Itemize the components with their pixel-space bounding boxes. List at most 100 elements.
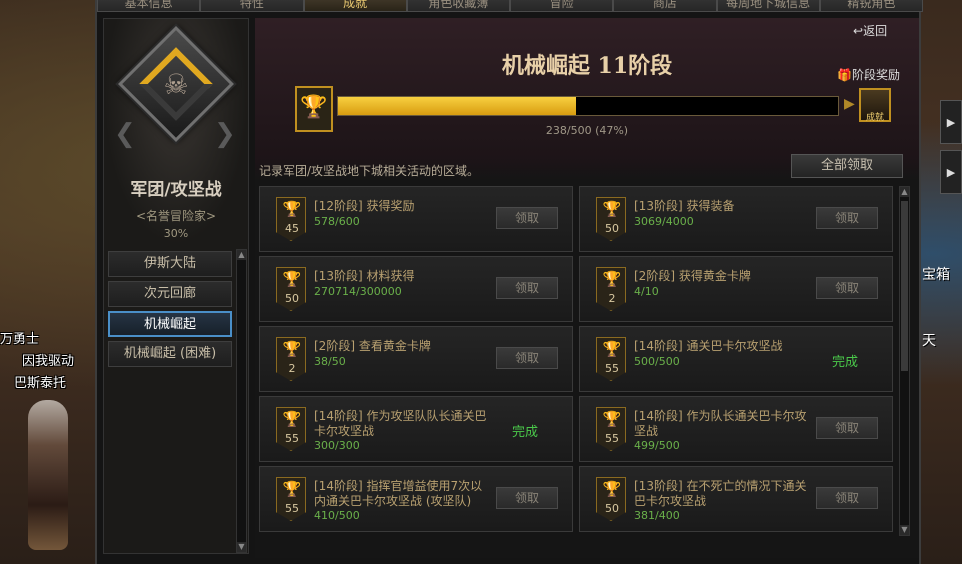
wing-right-icon: ❯ — [214, 119, 236, 149]
achievement-progress: 3069/4000 — [634, 215, 694, 228]
achievement-progress: 381/400 — [634, 509, 680, 522]
category-item[interactable]: 机械崛起 (困难) — [108, 341, 232, 367]
stage-progress-fill — [338, 97, 576, 115]
tab-2[interactable]: 成就 — [303, 0, 407, 12]
scroll-thumb[interactable] — [901, 201, 908, 371]
achievement-card: 🏆 2 [2阶段] 获得黄金卡牌 4/10 领取 — [579, 256, 893, 322]
trophy-icon: 🏆 — [282, 200, 302, 218]
wing-left-icon: ❮ — [114, 119, 136, 149]
achievement-title: [14阶段] 指挥官增益使用7次以内通关巴卡尔攻坚战 (攻坚队) — [314, 479, 483, 508]
scroll-up-icon[interactable]: ▲ — [237, 250, 246, 260]
achievement-level: 55 — [605, 432, 619, 445]
achievement-scrollbar[interactable]: ▲ ▼ — [899, 186, 910, 536]
achievement-progress: 500/500 — [634, 355, 680, 368]
achievement-card: 🏆 55 [14阶段] 作为攻坚队队长通关巴卡尔攻坚战 300/300 完成 — [259, 396, 573, 462]
trophy-icon: 🏆 — [282, 410, 302, 428]
trophy-icon: 🏆 — [602, 480, 622, 498]
achievement-card: 🏆 50 [13阶段] 获得装备 3069/4000 领取 — [579, 186, 893, 252]
category-item[interactable]: 机械崛起 — [108, 311, 232, 337]
achievement-badge: 🏆 55 — [596, 407, 626, 451]
achievement-card: 🏆 50 [13阶段] 材料获得 270714/300000 领取 — [259, 256, 573, 322]
achievement-title: [14阶段] 作为攻坚队队长通关巴卡尔攻坚战 — [314, 409, 487, 438]
tab-6[interactable]: 每周地下城信息 — [716, 0, 820, 12]
achievement-window: 基本信息 特性 成就 角色收藏簿 冒险 商店 每周地下城信息 精锐角色 ❮ ❯ ☠ 军团/攻坚… — [95, 0, 923, 564]
stage-reward-link[interactable]: 🎁阶段奖励 — [837, 66, 900, 83]
back-button[interactable]: ↩返回 — [853, 22, 887, 39]
achievement-level: 55 — [285, 432, 299, 445]
tab-7[interactable]: 精锐角色 — [819, 0, 923, 12]
tab-0[interactable]: 基本信息 — [97, 0, 201, 12]
reward-chest-icon[interactable]: 成就 — [859, 88, 891, 123]
completed-label: 完成 — [512, 425, 539, 440]
category-rank: <名誉冒险家> — [135, 209, 217, 223]
completed-label: 完成 — [832, 355, 859, 370]
achievement-badge: 🏆 55 — [276, 477, 306, 521]
achievement-title: [13阶段] 获得装备 — [634, 199, 735, 213]
claim-button[interactable]: 领取 — [816, 417, 878, 439]
category-percent: 30% — [163, 227, 189, 240]
achievement-badge: 🏆 50 — [596, 477, 626, 521]
achievement-card: 🏆 55 [14阶段] 指挥官增益使用7次以内通关巴卡尔攻坚战 (攻坚队) 410/5… — [259, 466, 573, 532]
achievement-level: 50 — [285, 292, 299, 305]
stage-reward-label: 阶段奖励 — [851, 68, 900, 82]
category-list: 伊斯大陆次元回廊机械崛起机械崛起 (困难) — [108, 251, 232, 371]
player-name-label: 万勇士 — [0, 332, 40, 347]
player-title-label: 因我驱动 — [22, 354, 75, 369]
achievement-level: 50 — [605, 222, 619, 235]
achievement-title: [2阶段] 查看黄金卡牌 — [314, 339, 431, 353]
claim-all-button[interactable]: 全部领取 — [791, 154, 903, 178]
achievement-badge: 🏆 45 — [276, 197, 306, 241]
achievement-level: 2 — [288, 362, 296, 375]
claim-button[interactable]: 领取 — [816, 487, 878, 509]
achievement-badge: 🏆 55 — [596, 337, 626, 381]
side-extra-label: 天 — [922, 333, 936, 349]
player-character — [28, 400, 68, 550]
claim-button[interactable]: 领取 — [496, 347, 558, 369]
achievement-grid: 🏆 45 [12阶段] 获得奖励 578/600 领取 🏆 50 [13阶段] 获得装备 306… — [259, 186, 895, 554]
achievement-content: ↩返回 机械崛起 11阶段 🎁阶段奖励 🏆 ▶ 成就 238/500 (47%)… — [255, 18, 919, 558]
stage-title: 机械崛起 11阶段 — [501, 53, 673, 79]
achievement-title: [13阶段] 在不死亡的情况下通关巴卡尔攻坚战 — [634, 479, 807, 508]
tab-3[interactable]: 角色收藏簿 — [406, 0, 510, 12]
tab-4[interactable]: 冒险 — [510, 0, 614, 12]
category-item[interactable]: 伊斯大陆 — [108, 251, 232, 277]
trophy-icon: 🏆 — [602, 270, 622, 288]
achievement-badge: 🏆 50 — [276, 267, 306, 311]
claim-button[interactable]: 领取 — [496, 277, 558, 299]
achievement-title: [14阶段] 作为队长通关巴卡尔攻坚战 — [634, 409, 807, 438]
category-description: 记录军团/攻坚战地下城相关活动的区域。 — [259, 164, 480, 178]
side-expand-button[interactable]: ▶ — [940, 150, 962, 194]
claim-button[interactable]: 领取 — [496, 487, 558, 509]
achievement-progress: 270714/300000 — [314, 285, 402, 298]
achievement-card: 🏆 50 [13阶段] 在不死亡的情况下通关巴卡尔攻坚战 381/400 领取 — [579, 466, 893, 532]
achievement-card: 🏆 55 [14阶段] 通关巴卡尔攻坚战 500/500 完成 — [579, 326, 893, 392]
trophy-icon: 🏆 — [602, 200, 622, 218]
category-item[interactable]: 次元回廊 — [108, 281, 232, 307]
side-expand-button[interactable]: ▶ — [940, 100, 962, 144]
left-panel: ❮ ❯ ☠ 军团/攻坚战 <名誉冒险家> 30% 伊斯大陆次元回廊机械崛起机械崛… — [103, 18, 249, 554]
scroll-down-icon[interactable]: ▼ — [237, 542, 246, 552]
arrow-right-icon: ▶ — [844, 96, 855, 112]
achievement-card: 🏆 45 [12阶段] 获得奖励 578/600 领取 — [259, 186, 573, 252]
achievement-progress: 499/500 — [634, 439, 680, 452]
scroll-up-icon[interactable]: ▲ — [900, 187, 909, 197]
category-scrollbar[interactable]: ▲ ▼ — [236, 249, 247, 553]
scroll-down-icon[interactable]: ▼ — [900, 525, 909, 535]
achievement-card: 🏆 2 [2阶段] 查看黄金卡牌 38/50 领取 — [259, 326, 573, 392]
return-arrow-icon: ↩ — [853, 24, 864, 38]
claim-button[interactable]: 领取 — [816, 277, 878, 299]
achievement-progress: 4/10 — [634, 285, 659, 298]
claim-button[interactable]: 领取 — [496, 207, 558, 229]
achievement-level: 55 — [605, 362, 619, 375]
achievement-badge: 🏆 2 — [276, 337, 306, 381]
player-guild-label: 巴斯泰托 — [14, 376, 67, 391]
achievement-card: 🏆 55 [14阶段] 作为队长通关巴卡尔攻坚战 499/500 领取 — [579, 396, 893, 462]
achievement-progress: 38/50 — [314, 355, 346, 368]
chest-label: 成就 — [865, 113, 884, 123]
claim-button[interactable]: 领取 — [816, 207, 878, 229]
tab-5[interactable]: 商店 — [613, 0, 717, 12]
emblem-area: ❮ ❯ ☠ 军团/攻坚战 <名誉冒险家> 30% — [104, 19, 248, 245]
tab-1[interactable]: 特性 — [200, 0, 304, 12]
trophy-icon: 🏆 — [282, 340, 302, 358]
back-label: 返回 — [863, 24, 888, 38]
